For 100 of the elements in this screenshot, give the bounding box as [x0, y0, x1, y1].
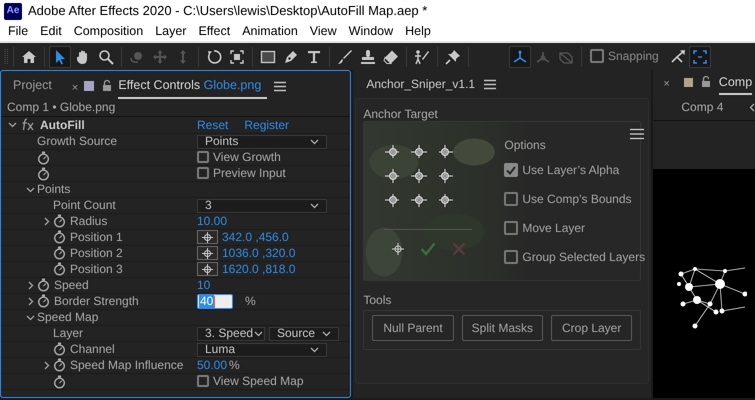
property-name: Position 2: [70, 246, 123, 261]
lock-icon[interactable]: [700, 76, 711, 88]
effect-name: AutoFill: [40, 118, 85, 132]
menu-icon[interactable]: [483, 78, 498, 90]
menu-item[interactable]: View: [304, 24, 343, 39]
axis-icon: [512, 48, 528, 64]
effect-icon[interactable]: [21, 118, 35, 132]
panel-title: Anchor_Sniper_v1.1: [366, 76, 476, 92]
menu-item[interactable]: Edit: [34, 24, 68, 39]
panel-tab[interactable]: Effect Controls Globe.png: [118, 78, 268, 99]
checkbox-label: Use Layer’s Alpha: [522, 163, 620, 178]
property-name: Points: [37, 182, 70, 197]
eraser-icon: [383, 48, 399, 64]
crosshair-icon[interactable]: [392, 243, 404, 256]
checkbox[interactable]: [504, 163, 518, 178]
breadcrumb: Comp 1 • Globe.png: [1, 99, 350, 117]
type-icon: [306, 48, 322, 64]
property-name: Growth Source: [37, 134, 118, 149]
checkbox[interactable]: [504, 192, 518, 206]
checkbox-label: Use Comp’s Bounds: [522, 192, 632, 207]
checkbox-label: View Growth: [213, 150, 281, 165]
dropdown[interactable]: 3. Speed: [197, 326, 265, 340]
checkbox-label: View Speed Map: [213, 374, 304, 389]
link[interactable]: Reset: [197, 118, 228, 132]
checkbox-label: Preview Input: [213, 166, 286, 181]
chevron-icon: [747, 102, 755, 113]
crosshair-button[interactable]: [197, 230, 218, 244]
menu-item[interactable]: File: [2, 24, 34, 39]
menu-item[interactable]: Animation: [236, 24, 304, 39]
tool-button[interactable]: [49, 46, 71, 68]
figure-brush-icon: [414, 48, 430, 64]
dropdown[interactable]: Points: [197, 134, 327, 148]
stopwatch-icon[interactable]: [37, 294, 50, 308]
region-icon: [229, 48, 245, 64]
property-name: Position 3: [70, 262, 123, 277]
panel-tab[interactable]: Project: [13, 78, 58, 99]
menu-item[interactable]: Layer: [149, 24, 192, 39]
group-label: Anchor Target: [363, 107, 439, 122]
grip-icon[interactable]: [4, 46, 9, 66]
tool-button[interactable]: Split Masks: [462, 314, 544, 342]
menu-item[interactable]: Window: [342, 24, 400, 39]
tool-button[interactable]: [688, 46, 711, 68]
tool-button[interactable]: [509, 46, 531, 68]
dropdown[interactable]: 3: [197, 198, 327, 212]
stopwatch-icon[interactable]: [53, 262, 66, 276]
property-name: Channel: [70, 342, 115, 357]
property-name: Radius: [70, 214, 108, 229]
crosshair-button[interactable]: [197, 262, 218, 276]
move-arrows-icon: [152, 48, 168, 64]
stopwatch-icon[interactable]: [53, 230, 66, 244]
property-name: Speed Map: [37, 310, 98, 325]
window-title: Adobe After Effects 2020 - C:\Users\lewis\Desktop\AutoFill Map.aep *: [28, 3, 428, 19]
unit-label: %: [245, 294, 256, 309]
checkmark-icon[interactable]: [420, 242, 436, 256]
checkbox[interactable]: [504, 250, 518, 264]
property-name: Layer: [53, 326, 84, 341]
stopwatch-icon[interactable]: [53, 214, 66, 228]
checkbox[interactable]: [197, 375, 209, 388]
menu-item[interactable]: Effect: [192, 24, 236, 39]
value-text[interactable]: 10.00: [197, 214, 228, 229]
checkbox[interactable]: [590, 49, 604, 64]
menu-icon[interactable]: [629, 128, 646, 140]
close-icon[interactable]: ×: [663, 78, 670, 95]
property-name: Point Count: [53, 198, 116, 213]
value-text[interactable]: 342.0 ,456.0: [222, 230, 289, 245]
close-icon[interactable]: ×: [72, 82, 78, 99]
tool-button[interactable]: Crop Layer: [551, 314, 632, 342]
breadcrumb[interactable]: Comp 4: [681, 100, 724, 115]
stamp-icon: [360, 48, 376, 64]
value-text[interactable]: 50.00: [197, 358, 228, 373]
stopwatch-icon[interactable]: [37, 278, 50, 292]
stopwatch-icon[interactable]: [53, 374, 66, 388]
panel-tab[interactable]: Comp: [718, 75, 752, 95]
pushpin-icon: [445, 48, 461, 64]
home-icon: [21, 48, 37, 64]
stopwatch-icon[interactable]: [37, 150, 50, 164]
stopwatch-icon[interactable]: [53, 358, 66, 372]
checkbox-label: Group Selected Layers: [522, 250, 646, 265]
tool-button[interactable]: Null Parent: [372, 314, 454, 342]
property-name: Border Strength: [54, 294, 139, 309]
crosshair-button[interactable]: [197, 246, 218, 260]
rectangle-icon: [260, 48, 276, 64]
menu-item[interactable]: Composition: [68, 24, 150, 39]
lock-icon[interactable]: [102, 80, 112, 92]
value-text[interactable]: 1620.0 ,818.0: [222, 262, 296, 277]
menu-item[interactable]: Help: [399, 24, 437, 39]
dropdown[interactable]: Luma: [197, 342, 327, 356]
checkbox[interactable]: [197, 151, 209, 164]
stopwatch-icon[interactable]: [37, 166, 50, 180]
checkbox[interactable]: [504, 221, 518, 236]
stopwatch-icon[interactable]: [53, 342, 66, 356]
checkbox[interactable]: [197, 167, 209, 180]
pen-icon: [283, 48, 299, 64]
stopwatch-icon[interactable]: [53, 246, 66, 260]
value-text[interactable]: 1036.0 ,320.0: [222, 246, 296, 261]
value-text[interactable]: 10: [197, 278, 210, 293]
dropdown[interactable]: Source: [269, 326, 339, 340]
menu-icon[interactable]: [273, 81, 288, 92]
link[interactable]: Register: [244, 118, 290, 132]
property-name: Position 1: [70, 230, 123, 245]
